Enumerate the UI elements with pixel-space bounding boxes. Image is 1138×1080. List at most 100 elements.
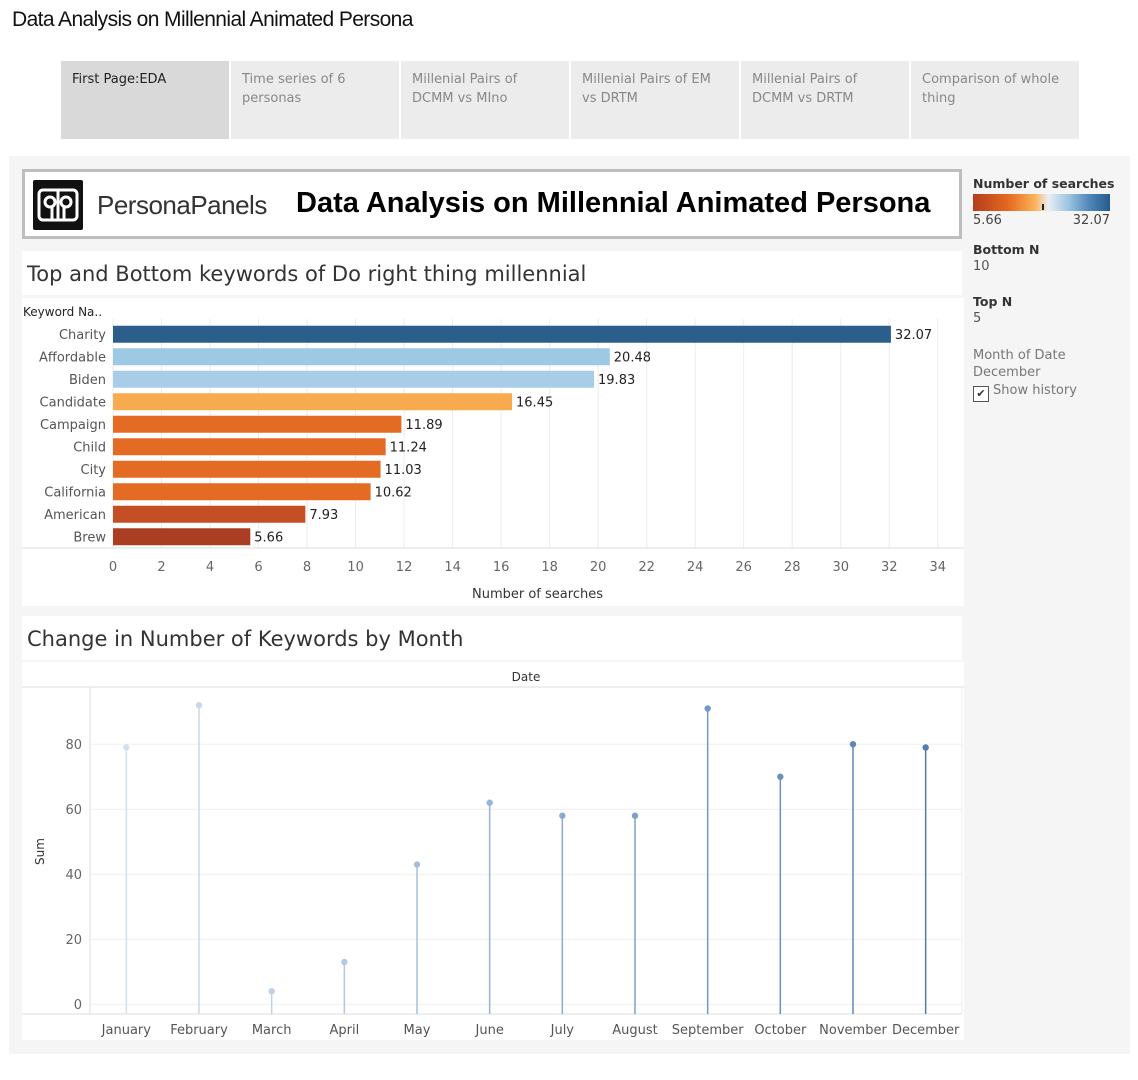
category-label: Campaign bbox=[40, 418, 106, 433]
bar-value-label: 10.62 bbox=[375, 485, 412, 500]
bar-value-label: 11.89 bbox=[405, 418, 442, 433]
tab-time-series[interactable]: Time series of 6 personas bbox=[231, 61, 399, 139]
bar bbox=[113, 393, 513, 411]
x-tick-label: August bbox=[612, 1023, 658, 1038]
tab-em-vs-drtm[interactable]: Millenial Pairs of EM vs DRTM bbox=[571, 61, 739, 139]
bar bbox=[113, 483, 371, 501]
bar bbox=[113, 528, 251, 546]
lollipop-point bbox=[704, 705, 711, 712]
x-tick-label: 10 bbox=[347, 560, 364, 575]
color-legend-gradient bbox=[973, 194, 1110, 211]
bar-chart: Keyword Na.. Charity 32.07 Affordable 20.48 B… bbox=[22, 298, 964, 606]
tab-comparison[interactable]: Comparison of whole thing bbox=[911, 61, 1079, 139]
bar-chart-title: Top and Bottom keywords of Do right thin… bbox=[22, 251, 962, 295]
lollipop-point bbox=[631, 812, 639, 819]
x-tick-label: 8 bbox=[303, 560, 311, 575]
lollipop-point bbox=[559, 812, 566, 819]
bar bbox=[113, 325, 891, 343]
lollipop-point bbox=[341, 958, 348, 966]
x-tick-label: 32 bbox=[881, 560, 898, 575]
month-filter-value[interactable]: December bbox=[973, 365, 1118, 380]
banner: PersonaPanels Data Analysis on Millennia… bbox=[22, 169, 962, 239]
x-tick-label: October bbox=[754, 1023, 807, 1038]
category-label: City bbox=[81, 463, 107, 478]
x-tick-label: January bbox=[101, 1023, 152, 1038]
bar-chart-svg: Keyword Na.. Charity 32.07 Affordable 20.48 B… bbox=[22, 305, 964, 602]
x-tick-label: 24 bbox=[687, 560, 704, 575]
category-label: Affordable bbox=[39, 350, 106, 365]
lollipop-point bbox=[486, 799, 493, 806]
y-axis-label: Sum bbox=[33, 838, 47, 865]
x-tick-label: May bbox=[404, 1023, 431, 1038]
show-history-toggle[interactable]: ✔ Show history bbox=[973, 383, 1118, 402]
lollipop-point bbox=[268, 988, 275, 995]
x-tick-label: 4 bbox=[206, 560, 214, 575]
y-tick-label: 40 bbox=[65, 868, 82, 883]
x-tick-label: June bbox=[475, 1023, 504, 1038]
category-label: Biden bbox=[69, 373, 106, 388]
bar-value-label: 20.48 bbox=[614, 350, 651, 365]
legend-min: 5.66 bbox=[973, 213, 1002, 228]
filter-panel: Number of searches 5.66 32.07 Bottom N 1… bbox=[973, 176, 1118, 402]
y-tick-label: 20 bbox=[65, 933, 82, 948]
category-label: Candidate bbox=[40, 395, 106, 410]
x-tick-label: 18 bbox=[541, 560, 558, 575]
persona-panels-logo-icon bbox=[33, 180, 83, 230]
legend-marker bbox=[1042, 204, 1044, 210]
x-tick-label: 6 bbox=[254, 560, 262, 575]
month-filter-label: Month of Date bbox=[973, 348, 1066, 363]
x-tick-label: 2 bbox=[157, 560, 165, 575]
x-tick-label: 26 bbox=[735, 560, 752, 575]
top-n-value[interactable]: 5 bbox=[973, 311, 1118, 326]
x-tick-label: February bbox=[170, 1023, 228, 1038]
bar-value-label: 11.03 bbox=[385, 463, 422, 478]
x-tick-label: 22 bbox=[638, 560, 655, 575]
x-tick-label: December bbox=[892, 1023, 960, 1038]
y-tick-label: 80 bbox=[65, 738, 82, 753]
x-tick-label: 0 bbox=[109, 560, 117, 575]
show-history-label: Show history bbox=[993, 383, 1077, 398]
bar-value-label: 16.45 bbox=[516, 395, 553, 410]
x-tick-label: 14 bbox=[444, 560, 461, 575]
lollipop-chart-svg: Date 0 20 40 60 80 Sum January February March Apri… bbox=[22, 670, 964, 1038]
bar-value-label: 11.24 bbox=[390, 440, 427, 455]
y-axis-header: Keyword Na.. bbox=[23, 305, 102, 319]
y-tick-label: 0 bbox=[74, 998, 82, 1013]
category-label: California bbox=[44, 485, 106, 500]
tab-dcmm-vs-mino[interactable]: Millenial Pairs of DCMM vs MIno bbox=[401, 61, 569, 139]
lollipop-point bbox=[123, 744, 130, 751]
lollipop-point bbox=[922, 744, 929, 751]
x-tick-label: 28 bbox=[784, 560, 801, 575]
tab-dcmm-vs-drtm[interactable]: Millenial Pairs of DCMM vs DRTM bbox=[741, 61, 909, 139]
x-tick-label: 34 bbox=[929, 560, 946, 575]
top-n-label: Top N bbox=[973, 294, 1013, 309]
category-label: American bbox=[44, 508, 106, 523]
bar bbox=[113, 505, 306, 523]
lollipop-point bbox=[195, 702, 203, 709]
bar bbox=[113, 460, 381, 478]
tab-first-page-eda[interactable]: First Page:EDA bbox=[61, 61, 229, 139]
bar-value-label: 19.83 bbox=[598, 373, 635, 388]
lollipop-chart-title: Change in Number of Keywords by Month bbox=[22, 616, 962, 660]
checkbox-icon[interactable]: ✔ bbox=[973, 386, 989, 402]
legend-title: Number of searches bbox=[973, 176, 1115, 191]
bar bbox=[113, 438, 386, 456]
bottom-n-value[interactable]: 10 bbox=[973, 259, 1118, 274]
page-title: Data Analysis on Millennial Animated Per… bbox=[12, 8, 413, 31]
category-label: Brew bbox=[73, 530, 106, 545]
x-tick-label: March bbox=[252, 1023, 292, 1038]
x-axis-label: Number of searches bbox=[472, 587, 603, 602]
lollipop-point bbox=[849, 741, 857, 748]
bar-value-label: 32.07 bbox=[895, 328, 932, 343]
lollipop-point bbox=[413, 861, 421, 868]
column-header: Date bbox=[512, 670, 541, 684]
y-tick-label: 60 bbox=[65, 803, 82, 818]
banner-title: Data Analysis on Millennial Animated Per… bbox=[296, 187, 931, 219]
logo-text: PersonaPanels bbox=[97, 190, 267, 220]
x-tick-label: September bbox=[672, 1023, 745, 1038]
x-tick-label: April bbox=[329, 1023, 359, 1038]
category-label: Child bbox=[73, 440, 106, 455]
x-tick-label: 20 bbox=[590, 560, 607, 575]
legend-max: 32.07 bbox=[1072, 213, 1110, 228]
x-tick-label: July bbox=[550, 1023, 575, 1038]
